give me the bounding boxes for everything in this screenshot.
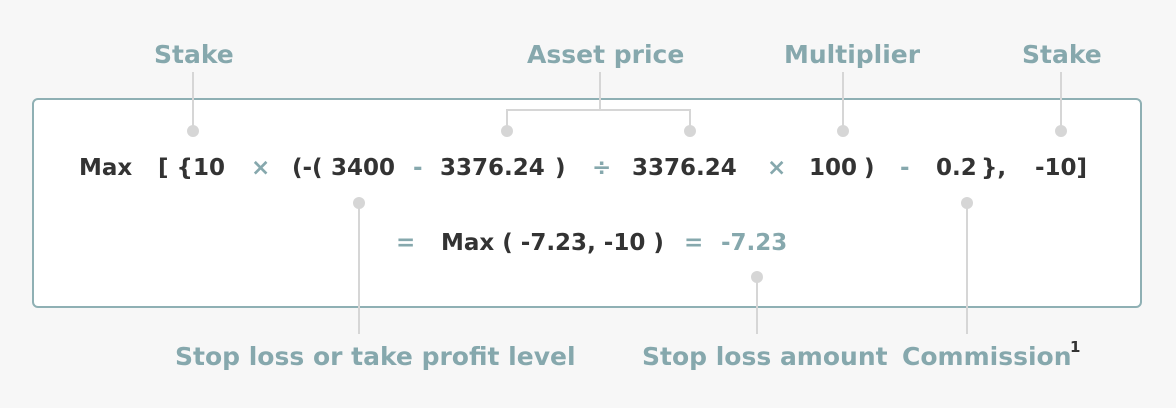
formula-close-1: ) [555,155,566,181]
result-equals-1: = [396,230,416,256]
dot-stake-right [1055,125,1067,137]
dot-multiplier [837,125,849,137]
formula-divide: ÷ [592,155,612,181]
formula-minus-2: - [900,155,910,181]
formula-neg-stake: -10] [1035,155,1088,181]
dot-stake-left [187,125,199,137]
connector-asset-price-bracket [506,109,691,131]
formula-level: 3400 [331,155,396,181]
formula-open-bracket: [ { [158,155,193,181]
label-commission: Commission [902,342,1072,371]
formula-max: Max [79,155,133,181]
result-value: -7.23 [721,230,788,256]
dot-asset-price-1 [501,125,513,137]
result-equals-2: = [684,230,704,256]
formula-paren-open: (-( [292,155,323,181]
label-stop-loss-level: Stop loss or take profit level [175,342,576,371]
dot-commission [961,197,973,209]
dot-stop-loss-amount [751,271,763,283]
formula-close-2: ) [864,155,875,181]
formula-times-1: × [251,155,271,181]
formula-price-1: 3376.24 [440,155,545,181]
formula-minus-1: - [413,155,423,181]
formula-commission: 0.2 [936,155,977,181]
formula-price-2: 3376.24 [632,155,737,181]
formula-brace-close: }, [981,155,1007,181]
dot-asset-price-2 [684,125,696,137]
commission-footnote: 1 [1070,338,1081,356]
formula-stake: 10 [193,155,226,181]
formula-times-2: × [767,155,787,181]
dot-stop-loss-level [353,197,365,209]
result-max-expression: Max ( -7.23, -10 ) [441,230,664,256]
formula-multiplier: 100 [809,155,858,181]
label-stop-loss-amount: Stop loss amount [642,342,888,371]
